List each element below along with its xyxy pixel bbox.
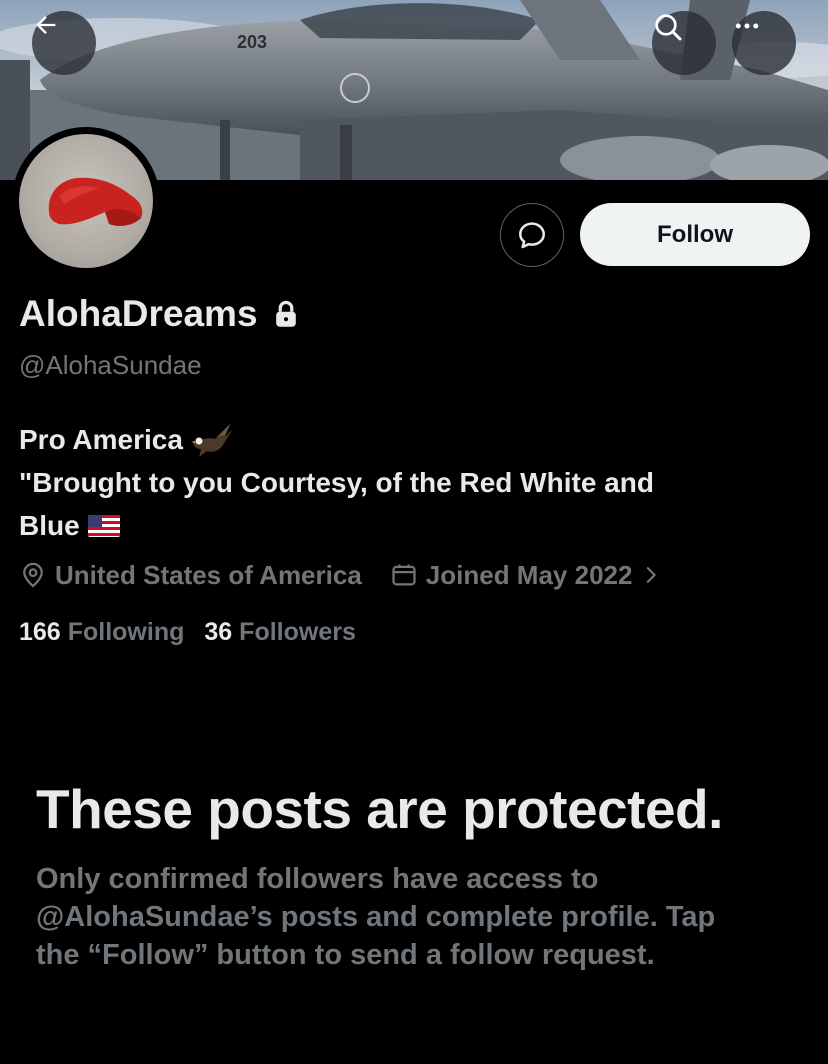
bio-text: Blue xyxy=(19,510,80,541)
display-name: AlohaDreams xyxy=(19,293,300,335)
followers-link[interactable]: 36 Followers xyxy=(204,618,356,647)
followers-label: Followers xyxy=(239,618,356,646)
location: United States of America xyxy=(19,560,362,591)
red-hat-avatar-image xyxy=(48,177,143,226)
bio-text: "Brought to you Courtesy, of the Red Whi… xyxy=(19,467,654,498)
follow-stats: 166 Following 36 Followers xyxy=(19,618,376,647)
search-button[interactable] xyxy=(652,11,716,75)
protected-message-line: @AlohaSundae’s posts and complete profil… xyxy=(36,901,716,933)
calendar-icon xyxy=(392,564,416,586)
avatar-image xyxy=(19,134,153,268)
display-name-text: AlohaDreams xyxy=(19,293,258,334)
avatar[interactable] xyxy=(12,127,160,275)
joined-text: Joined May 2022 xyxy=(425,559,633,590)
handle: @AlohaSundae xyxy=(19,350,202,380)
eagle-emoji xyxy=(190,421,233,459)
message-bubble-icon xyxy=(519,222,545,249)
lock-icon xyxy=(272,299,300,329)
chevron-right-icon xyxy=(647,567,657,583)
bio-line: Pro America xyxy=(19,418,809,461)
following-count: 166 xyxy=(19,618,61,646)
more-options-button[interactable] xyxy=(732,11,796,75)
more-horizontal-icon xyxy=(735,23,759,29)
profile-meta: United States of America Joined May 2022 xyxy=(19,558,670,592)
bio-text: Pro America xyxy=(19,424,183,455)
location-pin-icon xyxy=(23,562,43,588)
arrow-left-icon xyxy=(36,16,56,34)
joined-date[interactable]: Joined May 2022 xyxy=(390,560,671,591)
profile-bio: Pro America "Brought to you Courtesy, of… xyxy=(19,418,809,547)
following-link[interactable]: 166 Following xyxy=(19,618,184,647)
tail-number: 203 xyxy=(237,32,267,52)
protected-message-line: the “Follow” button to send a follow req… xyxy=(36,939,655,971)
following-label: Following xyxy=(67,618,185,646)
message-button[interactable] xyxy=(500,203,564,267)
follow-button[interactable]: Follow xyxy=(580,203,810,266)
protected-posts-title: These posts are protected. xyxy=(36,778,723,840)
location-text: United States of America xyxy=(55,559,362,590)
profile-page: 203 Follow AlohaDreams @AlohaSundae Pro … xyxy=(0,0,828,1064)
followers-count: 36 xyxy=(204,618,233,646)
bio-line: "Brought to you Courtesy, of the Red Whi… xyxy=(19,461,809,504)
search-icon xyxy=(655,14,682,41)
protected-posts-message: Only confirmed followers have access to … xyxy=(36,860,806,974)
protected-message-line: Only confirmed followers have access to xyxy=(36,863,599,895)
us-flag-emoji xyxy=(87,514,120,537)
bio-line: Blue xyxy=(19,504,809,547)
back-button[interactable] xyxy=(32,11,96,75)
